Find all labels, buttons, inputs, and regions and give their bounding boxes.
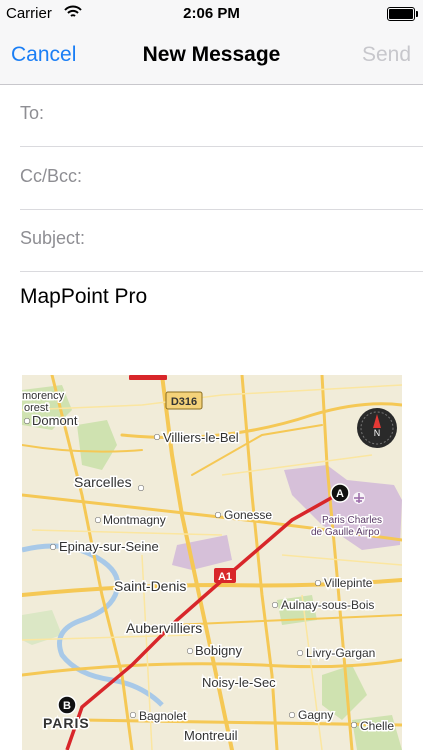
place-label: Montreuil xyxy=(184,728,238,743)
airport-icon xyxy=(353,492,365,504)
place-label: morency xyxy=(22,390,65,402)
place-label: Saint-Denis xyxy=(114,578,186,594)
end-marker[interactable]: B xyxy=(57,695,77,715)
start-marker-label: A xyxy=(336,488,344,500)
place-label: Domont xyxy=(32,413,78,428)
subject-input[interactable] xyxy=(110,221,413,259)
cancel-button[interactable]: Cancel xyxy=(11,43,76,67)
subject-label: Subject: xyxy=(20,228,86,248)
battery-icon xyxy=(387,7,418,21)
highway-sign-label: A1 xyxy=(218,571,232,583)
place-label: Gonesse xyxy=(224,508,272,522)
status-bar: Carrier 2:06 PM xyxy=(0,0,423,28)
place-label: Gagny xyxy=(298,708,333,722)
to-input[interactable] xyxy=(110,96,413,134)
place-label: Sarcelles xyxy=(74,474,132,490)
cc-bcc-field[interactable]: Cc/Bcc: xyxy=(20,147,423,210)
start-marker[interactable]: A xyxy=(330,483,350,503)
place-label: de Gaulle Airpo xyxy=(311,527,380,538)
clock: 2:06 PM xyxy=(183,5,240,22)
end-marker-label: B xyxy=(63,700,71,712)
subject-field[interactable]: Subject: xyxy=(20,209,423,272)
highway-sign-a1: A1 xyxy=(214,568,236,583)
place-label: Bobigny xyxy=(195,643,242,658)
navigation-bar: Cancel New Message Send xyxy=(0,28,423,85)
place-label: Paris Charles xyxy=(322,515,382,526)
map-image: D316 A1 N A B morency orest Domont Villi… xyxy=(22,375,402,750)
place-label: Villiers-le-Bel xyxy=(163,430,239,445)
place-label: Montmagny xyxy=(103,513,166,527)
road-sign-label: D316 xyxy=(171,396,197,408)
place-label: Aulnay-sous-Bois xyxy=(281,598,374,612)
place-label: Chelle xyxy=(360,719,394,733)
road-sign-d316: D316 xyxy=(165,391,203,410)
place-label: Epinay-sur-Seine xyxy=(59,539,159,554)
top-road-sign xyxy=(129,375,167,380)
compass-label: N xyxy=(374,428,381,438)
to-label: To: xyxy=(20,103,45,123)
place-label: Noisy-le-Sec xyxy=(202,675,276,690)
place-label: Bagnolet xyxy=(139,709,187,723)
send-button[interactable]: Send xyxy=(362,43,411,67)
place-label: Aubervilliers xyxy=(126,620,202,636)
compass-icon[interactable]: N xyxy=(357,408,397,448)
message-body[interactable]: MapPoint Pro xyxy=(20,285,147,309)
place-label: Villepinte xyxy=(324,576,373,590)
cc-bcc-label: Cc/Bcc: xyxy=(20,166,83,186)
to-field[interactable]: To: xyxy=(20,84,423,147)
cc-bcc-input[interactable] xyxy=(110,159,413,197)
place-label: Livry-Gargan xyxy=(306,646,375,660)
place-label: PARIS xyxy=(43,715,90,731)
map-svg: D316 A1 N A B morency orest Domont Villi… xyxy=(22,375,402,750)
